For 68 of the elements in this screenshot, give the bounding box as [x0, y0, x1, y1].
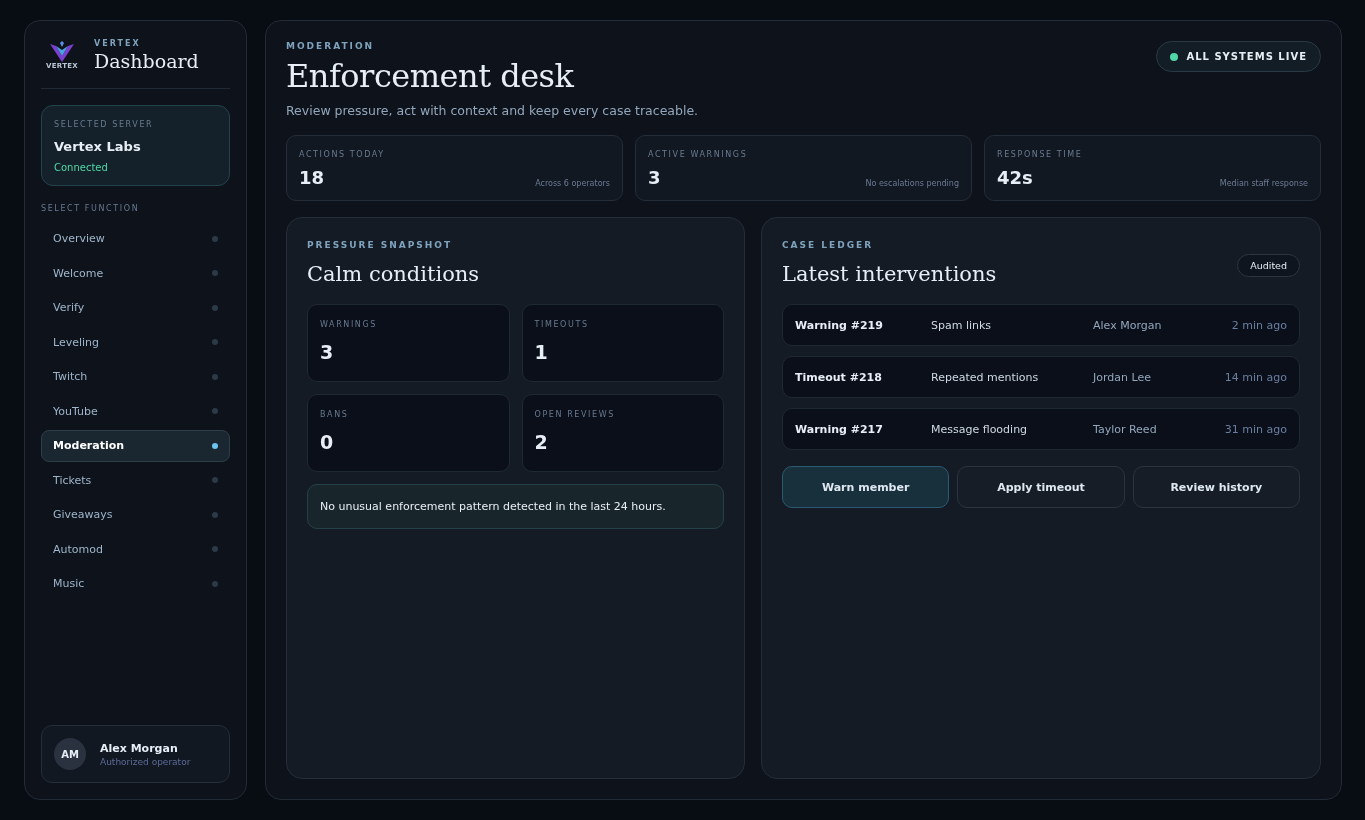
nav-item[interactable]: Automod — [41, 533, 230, 565]
status-pill: ALL SYSTEMS LIVE — [1156, 41, 1321, 72]
nav-item[interactable]: Welcome — [41, 257, 230, 289]
stat-note: Across 6 operators — [535, 179, 610, 188]
case-row[interactable]: Timeout #218 Repeated mentions Jordan Lee 14 min ago — [782, 356, 1300, 398]
metric-value: 3 — [320, 341, 335, 363]
avatar: AM — [54, 738, 86, 770]
stat-note: No escalations pending — [865, 179, 959, 188]
metric-label: TIMEOUTS — [534, 320, 590, 329]
case-id: Warning #217 — [795, 422, 884, 436]
panel-eyebrow: CASE LEDGER — [782, 240, 875, 250]
v-logo-icon — [47, 40, 77, 63]
metric-label: OPEN REVIEWS — [534, 410, 616, 419]
nav-item[interactable]: Verify — [41, 292, 230, 324]
case-moderator: Jordan Lee — [1093, 370, 1152, 384]
case-reason: Repeated mentions — [931, 370, 1040, 384]
case-row[interactable]: Warning #219 Spam links Alex Morgan 2 min ago — [782, 304, 1300, 346]
nav-item[interactable]: Overview — [41, 223, 230, 255]
stat-value: 3 — [648, 167, 661, 188]
case-reason: Message flooding — [931, 422, 1029, 436]
case-moderator: Alex Morgan — [1093, 318, 1163, 332]
page-eyebrow: MODERATION — [286, 41, 376, 51]
brand-title: Dashboard — [94, 50, 199, 72]
nav-item[interactable]: Music — [41, 568, 230, 600]
page-title: Enforcement desk — [286, 57, 575, 95]
nav-label: SELECT FUNCTION — [41, 204, 141, 213]
server-status: Connected — [54, 162, 109, 173]
case-moderator: Taylor Reed — [1093, 422, 1158, 436]
brand-eyebrow: VERTEX — [94, 39, 142, 48]
case-id: Warning #219 — [795, 318, 884, 332]
action-button[interactable]: Warn member — [782, 466, 950, 508]
stat-label: ACTIONS TODAY — [299, 150, 386, 159]
metric-value: 2 — [534, 431, 549, 453]
nav-item[interactable]: Moderation — [41, 430, 230, 462]
notice-banner: No unusual enforcement pattern detected in the last 24 hours. — [307, 484, 724, 529]
stat-label: RESPONSE TIME — [997, 150, 1084, 159]
user-role: Authorized operator — [100, 756, 191, 767]
nav-item[interactable]: Leveling — [41, 326, 230, 358]
panel-title: Latest interventions — [782, 262, 997, 286]
nav-item[interactable]: YouTube — [41, 395, 230, 427]
metric-value: 0 — [320, 431, 335, 453]
case-time: 2 min ago — [1231, 318, 1287, 332]
action-button[interactable]: Apply timeout — [957, 466, 1125, 508]
stat-label: ACTIVE WARNINGS — [648, 150, 749, 159]
case-row[interactable]: Warning #217 Message flooding Taylor Reed 31 min ago — [782, 408, 1300, 450]
case-id: Timeout #218 — [795, 370, 883, 384]
case-reason: Spam links — [931, 318, 993, 332]
audited-badge: Audited — [1237, 254, 1300, 277]
server-card[interactable]: SELECTED SERVER Vertex Labs Connected — [41, 105, 230, 186]
stat-value: 42s — [997, 167, 1033, 188]
metric-value: 1 — [534, 341, 549, 363]
page-subtitle: Review pressure, act with context and keep every case traceable. — [286, 103, 699, 118]
stat-value: 18 — [299, 167, 325, 188]
metric-label: WARNINGS — [320, 320, 378, 329]
nav-item[interactable]: Twitch — [41, 361, 230, 393]
panel-eyebrow: PRESSURE SNAPSHOT — [307, 240, 454, 250]
metric-label: BANS — [320, 410, 350, 419]
case-time: 31 min ago — [1224, 422, 1287, 436]
nav-item[interactable]: Tickets — [41, 464, 230, 496]
panel-title: Calm conditions — [307, 262, 481, 286]
case-time: 14 min ago — [1224, 370, 1287, 384]
action-button[interactable]: Review history — [1132, 466, 1300, 508]
stat-note: Median staff response — [1219, 179, 1308, 188]
user-name: Alex Morgan — [100, 741, 179, 755]
user-card[interactable]: AM Alex Morgan Authorized operator — [41, 725, 230, 783]
server-label: SELECTED SERVER — [54, 120, 155, 129]
server-name: Vertex Labs — [54, 139, 142, 154]
nav-item[interactable]: Giveaways — [41, 499, 230, 531]
